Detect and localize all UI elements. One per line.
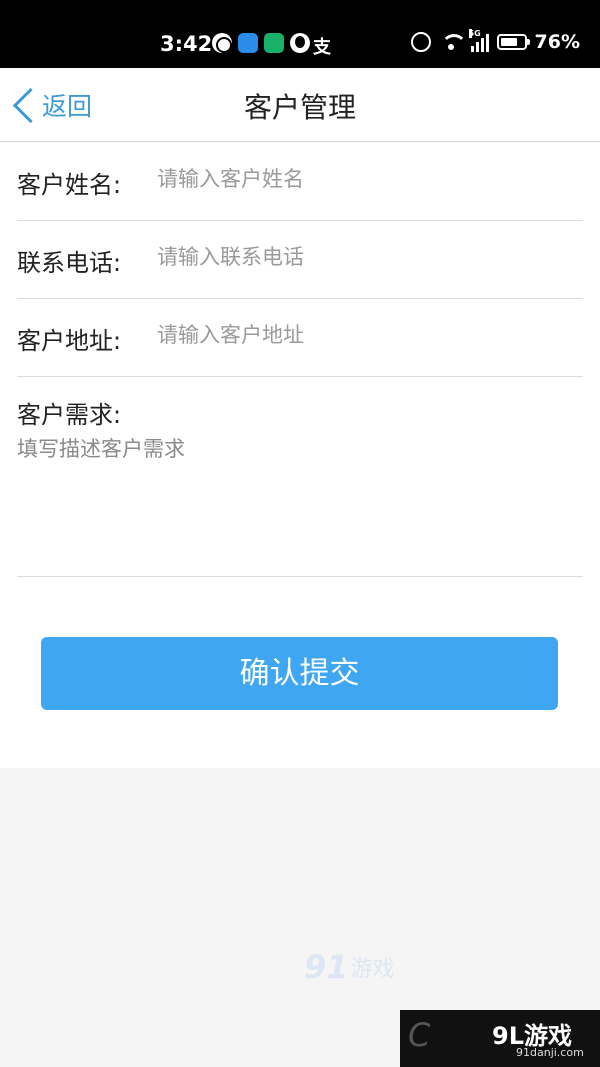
- address-label: 客户地址:: [17, 327, 122, 355]
- corner-watermark: C 9L游戏 91danji.com: [400, 1010, 600, 1067]
- home-icon: [264, 33, 284, 53]
- phone-label: 联系电话:: [17, 249, 122, 277]
- weather-icon: [238, 33, 258, 53]
- corner-mark-icon: C: [408, 1016, 431, 1054]
- battery-fill: [500, 38, 518, 46]
- corner-url: 91danji.com: [516, 1046, 584, 1059]
- name-input[interactable]: [157, 167, 577, 191]
- alarm-icon: [410, 32, 431, 52]
- address-input[interactable]: [157, 323, 577, 347]
- notification-icons: [212, 33, 310, 53]
- submit-button[interactable]: 确认提交: [41, 637, 558, 710]
- status-time: 3:42: [160, 32, 213, 56]
- watermark-number: 91: [304, 948, 349, 986]
- name-label: 客户姓名:: [17, 171, 122, 199]
- app-header: 返回 客户管理: [0, 68, 600, 142]
- address-row: 客户地址:: [17, 299, 583, 377]
- status-bar: 3:42 支 5G 76%: [0, 0, 600, 68]
- system-indicators: 5G 76%: [410, 29, 580, 53]
- name-row: 客户姓名:: [17, 143, 583, 221]
- wifi-icon: [439, 32, 467, 52]
- needs-row: 客户需求:: [17, 377, 583, 577]
- globe-icon: [212, 33, 232, 53]
- qq-penguin-icon: [290, 33, 310, 53]
- phone-input[interactable]: [157, 245, 577, 269]
- page-title: 客户管理: [243, 91, 356, 124]
- watermark-logo: 91 游戏: [304, 948, 395, 986]
- phone-row: 联系电话:: [17, 221, 583, 299]
- customer-form: 客户姓名: 联系电话: 客户地址: 客户需求: 确认提交: [0, 143, 600, 768]
- battery-percent: 76%: [534, 31, 580, 53]
- alipay-icon: 支: [313, 37, 331, 58]
- battery-icon: [496, 34, 530, 50]
- needs-label: 客户需求:: [17, 401, 122, 429]
- signal-label: 5G: [468, 29, 481, 38]
- needs-textarea[interactable]: [17, 433, 583, 558]
- watermark-text: 游戏: [350, 957, 395, 982]
- signal-icon: 5G: [468, 29, 489, 52]
